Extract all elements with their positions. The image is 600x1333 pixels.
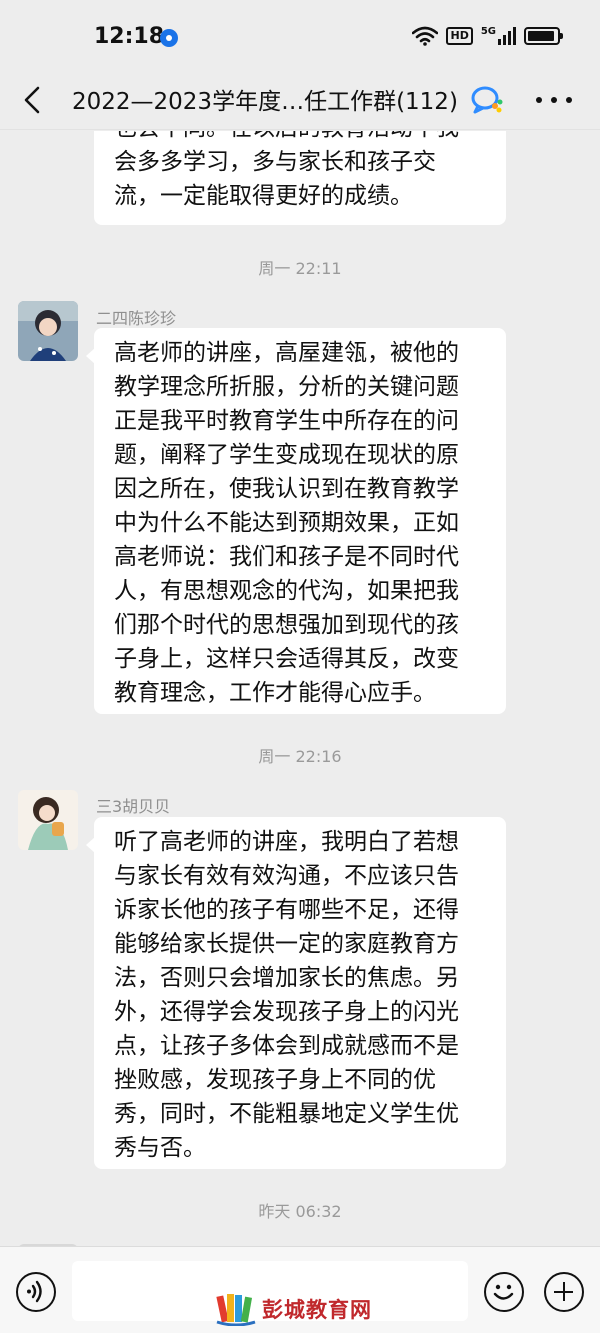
status-bar: 12:18 HD 5G (0, 0, 600, 70)
smile-icon (493, 1284, 514, 1300)
message-line: 与家长有效有效沟通，不应该只告 (114, 863, 459, 889)
sender-name: 二四陈珍珍 (96, 309, 177, 328)
message-line: 也会不同。在以后的教育活动中我 (114, 131, 488, 145)
message-line: 能够给家长提供一定的家庭教育方 (114, 931, 459, 957)
battery-icon (524, 27, 563, 45)
message-line: 们那个时代的思想强加到现代的孩 (114, 612, 459, 638)
message-line: 高老师说：我们和孩子是不同时代 (114, 544, 459, 570)
wecom-group-icon (470, 84, 504, 116)
location-indicator-icon (160, 29, 178, 47)
message-bubble[interactable]: 也会不同。在以后的教育活动中我 会多多学习，多与家长和孩子交 流，一定能取得更好… (94, 131, 506, 225)
books-logo-icon (216, 1294, 256, 1326)
wifi-icon (412, 26, 439, 46)
message-timestamp: 昨天 06:32 (258, 1202, 342, 1221)
message-line: 法，否则只会增加家长的焦虑。另 (114, 965, 459, 991)
message-line: 人，有思想观念的代沟，如果把我 (114, 578, 459, 604)
watermark-text: 彭城教育网 (262, 1298, 372, 1322)
chat-message-list[interactable]: 也会不同。在以后的教育活动中我 会多多学习，多与家长和孩子交 流，一定能取得更好… (0, 131, 600, 1246)
more-functions-button[interactable] (544, 1272, 584, 1312)
message-line: 会多多学习，多与家长和孩子交 (114, 149, 436, 175)
chat-title: 2022—2023学年度…任工作群(112) (72, 89, 458, 115)
sender-name: 三3胡贝贝 (96, 797, 171, 816)
message-line: 因之所在，使我认识到在教育教学 (114, 476, 459, 502)
message-line: 教学理念所折服，分析的关键问题 (114, 374, 459, 400)
signal-icon: 5G (481, 27, 516, 45)
message-line: 子身上，这样只会适得其反，改变 (114, 646, 459, 672)
message-line: 流，一定能取得更好的成绩。 (114, 183, 413, 209)
message-line: 秀，同时，不能粗暴地定义学生优 (114, 1101, 459, 1127)
message-line: 中为什么不能达到预期效果，正如 (114, 510, 459, 536)
message-line: 点，让孩子多体会到成就感而不是 (114, 1033, 459, 1059)
voice-icon (27, 1280, 42, 1303)
status-time: 12:18 (94, 24, 165, 49)
watermark: 彭城教育网 (216, 1292, 372, 1326)
avatar[interactable] (18, 301, 78, 361)
message-line: 秀与否。 (114, 1135, 206, 1161)
chevron-left-icon (24, 86, 40, 114)
message-line: 题，阐释了学生变成现在现状的原 (114, 442, 459, 468)
voice-input-button[interactable] (16, 1272, 56, 1312)
more-dot-icon (551, 97, 557, 103)
message-timestamp: 周一 22:16 (258, 747, 342, 766)
message-line: 外，还得学会发现孩子身上的闪光 (114, 999, 459, 1025)
emoji-button[interactable] (484, 1272, 524, 1312)
message-line: 高老师的讲座，高屋建瓴，被他的 (114, 340, 459, 366)
back-button[interactable] (18, 80, 54, 120)
message-timestamp: 周一 22:11 (258, 259, 342, 278)
status-icons: HD 5G (412, 26, 563, 46)
hd-badge: HD (446, 27, 473, 45)
message-line: 诉家长他的孩子有哪些不足，还得 (114, 897, 459, 923)
avatar[interactable] (18, 790, 78, 850)
message-line: 听了高老师的讲座，我明白了若想 (114, 829, 459, 855)
network-type-label: 5G (480, 26, 496, 37)
more-dot-icon (536, 97, 542, 103)
more-options-button[interactable] (536, 84, 572, 116)
message-line: 正是我平时教育学生中所存在的问 (114, 408, 459, 434)
more-dot-icon (566, 97, 572, 103)
message-bubble[interactable]: 高老师的讲座，高屋建瓴，被他的 教学理念所折服，分析的关键问题 正是我平时教育学… (86, 328, 506, 714)
message-line: 教育理念，工作才能得心应手。 (114, 680, 436, 706)
chat-header: 2022—2023学年度…任工作群(112) (0, 70, 600, 130)
message-bubble[interactable]: 听了高老师的讲座，我明白了若想 与家长有效有效沟通，不应该只告 诉家长他的孩子有… (86, 817, 506, 1169)
message-line: 挫败感，发现孩子身上不同的优 (114, 1067, 436, 1093)
